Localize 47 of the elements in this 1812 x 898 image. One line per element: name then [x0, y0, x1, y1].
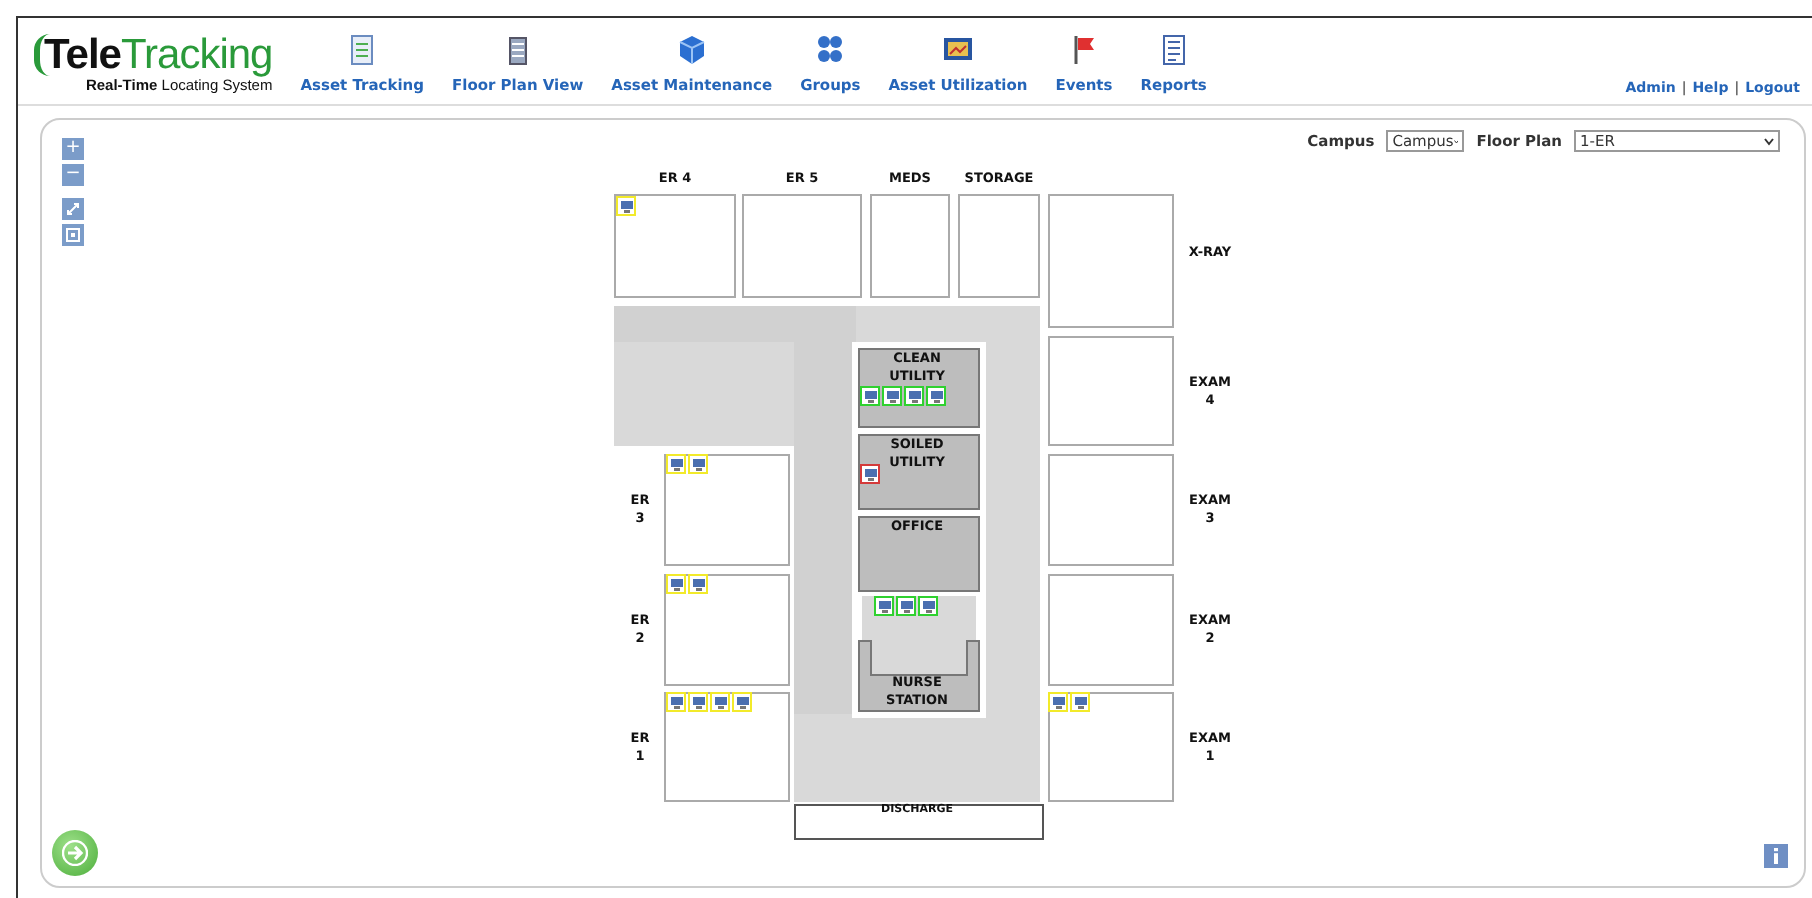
equipment-icon: [691, 695, 705, 709]
asset-marker[interactable]: [874, 596, 894, 616]
room[interactable]: [794, 804, 1044, 840]
room[interactable]: [858, 434, 980, 510]
equipment-icon: [929, 389, 943, 403]
fit-icon: [66, 228, 80, 242]
asset-marker[interactable]: [926, 386, 946, 406]
asset-marker[interactable]: [896, 596, 916, 616]
info-icon: [1770, 848, 1782, 864]
desk-notch: [870, 640, 968, 676]
report-icon: [1157, 34, 1190, 66]
equipment-icon: [669, 695, 683, 709]
cube-icon: [675, 34, 708, 66]
room[interactable]: [858, 640, 980, 712]
expand-button[interactable]: [62, 198, 84, 220]
arrow-icon: [62, 840, 88, 866]
equipment-icon: [669, 457, 683, 471]
room[interactable]: [858, 516, 980, 592]
chart-icon: [941, 34, 974, 66]
equipment-icon: [691, 577, 705, 591]
equipment-icon: [921, 599, 935, 613]
equipment-icon: [669, 577, 683, 591]
checklist-icon: [346, 34, 379, 66]
asset-marker[interactable]: [860, 386, 880, 406]
groups-icon: [814, 34, 847, 66]
equipment-icon: [1073, 695, 1087, 709]
fit-button[interactable]: [62, 224, 84, 246]
asset-marker[interactable]: [860, 464, 880, 484]
equipment-icon: [691, 457, 705, 471]
expand-icon: [66, 202, 80, 216]
asset-marker[interactable]: [918, 596, 938, 616]
asset-marker[interactable]: [904, 386, 924, 406]
equipment-icon: [907, 389, 921, 403]
equipment-icon: [713, 695, 727, 709]
caret-icon: [1453, 137, 1459, 145]
equipment-icon: [885, 389, 899, 403]
equipment-icon: [899, 599, 913, 613]
asset-marker[interactable]: [882, 386, 902, 406]
caret-icon: [1764, 137, 1774, 145]
equipment-icon: [863, 467, 877, 481]
equipment-icon: [735, 695, 749, 709]
equipment-icon: [619, 199, 633, 213]
equipment-icon: [1051, 695, 1065, 709]
equipment-icon: [863, 389, 877, 403]
info-button[interactable]: [1764, 844, 1788, 868]
logo: TeleTracking: [34, 34, 273, 76]
equipment-icon: [877, 599, 891, 613]
